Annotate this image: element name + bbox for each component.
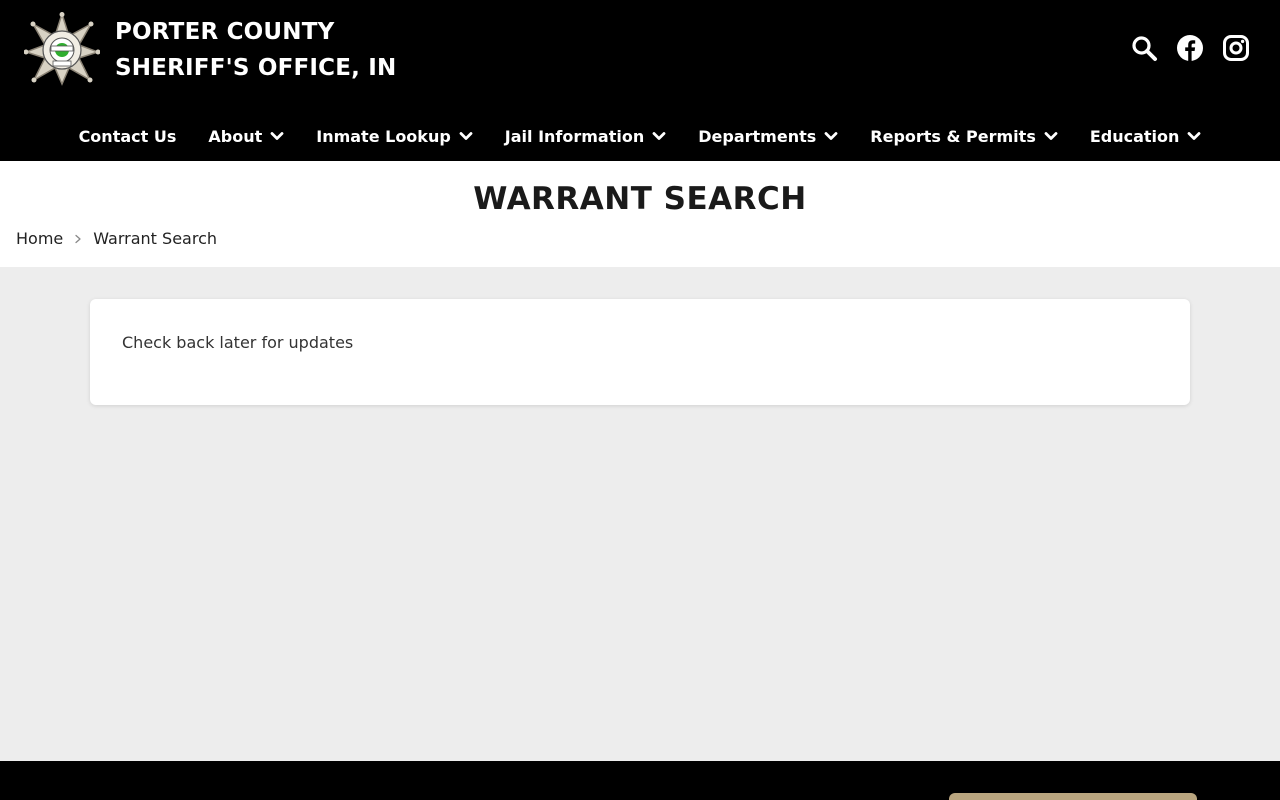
nav-item-label: Reports & Permits: [870, 126, 1036, 146]
nav-item-jail-information[interactable]: Jail Information: [489, 127, 682, 146]
nav-item-education[interactable]: Education: [1074, 127, 1218, 146]
site-title[interactable]: PORTER COUNTY SHERIFF'S OFFICE, IN: [115, 14, 397, 86]
chevron-down-icon: [459, 132, 473, 140]
page-title-bar: WARRANT SEARCH Home Warrant Search: [0, 161, 1280, 267]
footer-button[interactable]: [949, 793, 1197, 800]
chevron-down-icon: [824, 132, 838, 140]
chevron-down-icon: [652, 132, 666, 140]
main-nav: Contact Us About Inmate Lookup Jail Info…: [0, 116, 1280, 156]
sheriff-badge-logo[interactable]: [24, 12, 100, 86]
chevron-down-icon: [270, 132, 284, 140]
breadcrumb-current: Warrant Search: [93, 229, 217, 248]
site-header: PORTER COUNTY SHERIFF'S OFFICE, IN Conta…: [0, 0, 1280, 161]
facebook-icon[interactable]: [1176, 34, 1204, 62]
nav-item-label: Departments: [698, 126, 817, 146]
search-icon[interactable]: [1130, 34, 1158, 62]
chevron-down-icon: [1044, 132, 1058, 140]
status-message: Check back later for updates: [122, 333, 354, 352]
chevron-right-icon: [75, 234, 81, 243]
nav-item-label: About: [208, 126, 263, 146]
nav-item-label: Education: [1089, 126, 1180, 146]
nav-item-inmate-lookup[interactable]: Inmate Lookup: [300, 127, 489, 146]
nav-item-about[interactable]: About: [192, 127, 300, 146]
nav-item-reports-permits[interactable]: Reports & Permits: [854, 127, 1074, 146]
chevron-down-icon: [1188, 132, 1201, 140]
breadcrumb-home-link[interactable]: Home: [16, 229, 63, 248]
nav-item-label: Jail Information: [504, 126, 645, 146]
site-footer: [0, 761, 1280, 800]
breadcrumb: Home Warrant Search: [16, 229, 217, 248]
header-icons: [1130, 34, 1250, 62]
content-card: Check back later for updates: [90, 299, 1190, 405]
nav-item-label: Contact Us: [78, 126, 177, 146]
nav-item-contact-us[interactable]: Contact Us: [63, 127, 193, 146]
site-title-line1: PORTER COUNTY: [115, 19, 335, 45]
site-title-line2: SHERIFF'S OFFICE, IN: [115, 55, 397, 81]
page-title: WARRANT SEARCH: [473, 181, 807, 217]
nav-item-departments[interactable]: Departments: [682, 127, 854, 146]
nav-item-label: Inmate Lookup: [316, 126, 451, 146]
instagram-icon[interactable]: [1222, 34, 1250, 62]
